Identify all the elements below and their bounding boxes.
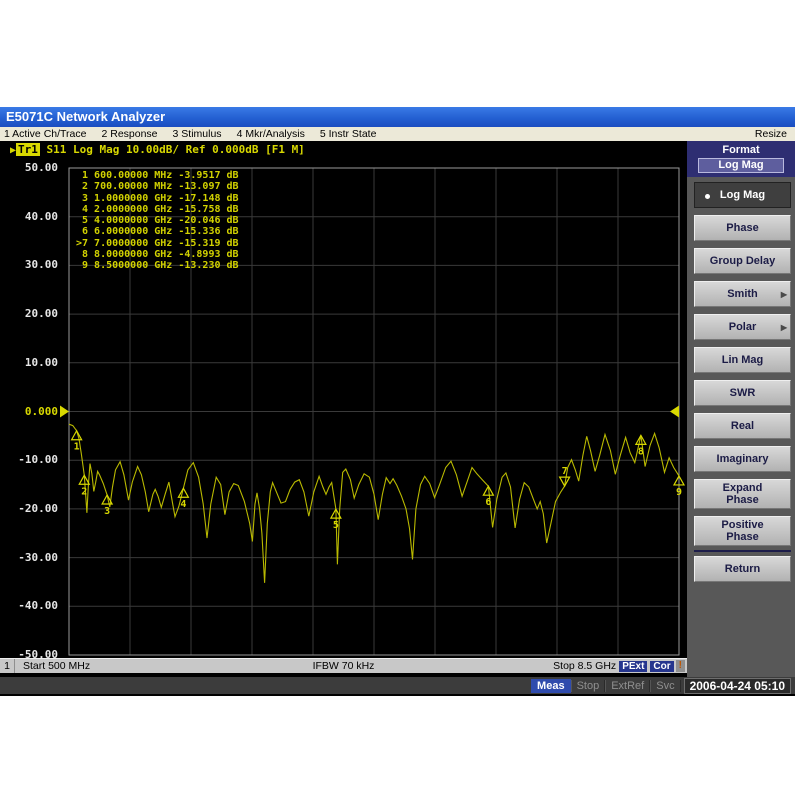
ref-level-arrow-left-icon: [60, 406, 69, 418]
softkey-button-log-mag[interactable]: Log Mag: [694, 182, 791, 208]
menu-item-5-instr-state[interactable]: 5 Instr State: [320, 128, 377, 140]
marker-1-label: 1: [74, 442, 80, 453]
warning-badge: !: [676, 660, 685, 672]
selected-dot-icon: [705, 194, 710, 199]
ref-level-label: 0.000: [0, 406, 58, 418]
marker-table-row-1: 1 600.00000 MHz -3.9517 dB: [76, 170, 239, 181]
main-content: ▶Tr1 S11 Log Mag 10.00dB/ Ref 0.000dB [F…: [0, 141, 795, 677]
softkey-button-polar[interactable]: Polar▶: [694, 314, 791, 340]
submenu-arrow-icon: ▶: [781, 323, 787, 332]
softkey-button-swr[interactable]: SWR: [694, 380, 791, 406]
softkey-sidebar: Format Log Mag Log Mag Phase Group Delay Sm…: [687, 141, 795, 677]
menu-item-1-active-ch-trace[interactable]: 1 Active Ch/Trace: [4, 128, 86, 140]
softkey-button-return[interactable]: Return: [694, 556, 791, 582]
marker-5-label: 5: [333, 520, 339, 531]
datetime-display: 2006-04-24 05:10: [684, 678, 791, 694]
y-tick-label: -10.00: [0, 454, 58, 466]
y-tick-label: 10.00: [0, 357, 58, 369]
softkey-buttons: Log Mag Phase Group Delay Smith▶ Polar▶ Lin M…: [687, 177, 795, 582]
marker-table-row-3: 3 1.0000000 GHz -17.148 dB: [76, 193, 239, 204]
softkey-button-smith[interactable]: Smith▶: [694, 281, 791, 307]
marker-6-label: 6: [485, 497, 491, 508]
softkey-button-lin-mag[interactable]: Lin Mag: [694, 347, 791, 373]
meas-indicator: Meas: [531, 679, 571, 693]
marker-table-row-5: 5 4.0000000 GHz -20.046 dB: [76, 215, 239, 226]
softkey-menu-header: Format Log Mag: [687, 141, 795, 177]
submenu-arrow-icon: ▶: [781, 290, 787, 299]
softkey-button-expand-phase[interactable]: ExpandPhase: [694, 479, 791, 509]
ifbw-label: IFBW 70 kHz: [313, 660, 375, 672]
y-tick-label: -30.00: [0, 552, 58, 564]
status-badge-pext: PExt: [619, 661, 647, 672]
analyzer-window: E5071C Network Analyzer 1 Active Ch/Trac…: [0, 107, 795, 694]
marker-table-row-6: 6 6.0000000 GHz -15.336 dB: [76, 226, 239, 237]
marker-table-row-2: 2 700.00000 MHz -13.097 dB: [76, 181, 239, 192]
marker-table-row-4: 4 2.0000000 GHz -15.758 dB: [76, 204, 239, 215]
softkey-button-phase[interactable]: Phase: [694, 215, 791, 241]
marker-7-label: 7: [562, 466, 568, 477]
indicator-stop: Stop: [571, 680, 606, 692]
marker-3-label: 3: [104, 506, 110, 517]
softkey-separator: [694, 550, 791, 552]
menu-bar: 1 Active Ch/Trace 2 Response 3 Stimulus 4 M…: [0, 127, 795, 141]
marker-table: 1 600.00000 MHz -3.9517 dB 2 700.00000 M…: [76, 170, 239, 272]
y-tick-label: 20.00: [0, 308, 58, 320]
softkey-button-imaginary[interactable]: Imaginary: [694, 446, 791, 472]
softkey-button-positive-phase[interactable]: PositivePhase: [694, 516, 791, 546]
y-tick-label: -20.00: [0, 503, 58, 515]
marker-8-label: 8: [638, 446, 644, 457]
instrument-status-bar: Meas StopExtRefSvc 2006-04-24 05:10: [0, 677, 795, 696]
stop-frequency-group: Stop 8.5 GHz PExtCor !: [553, 660, 687, 673]
y-tick-label: 40.00: [0, 211, 58, 223]
channel-number: 1: [0, 659, 15, 673]
status-badges: PExtCor: [616, 660, 673, 673]
channel-area: ▶Tr1 S11 Log Mag 10.00dB/ Ref 0.000dB [F…: [0, 141, 687, 677]
title-bar: E5071C Network Analyzer: [0, 107, 795, 127]
marker-9-label: 9: [676, 487, 682, 498]
softkey-menu-value: Log Mag: [698, 158, 784, 173]
marker-table-row-9: 9 8.5000000 GHz -13.230 dB: [76, 260, 239, 271]
stop-frequency-label: Stop 8.5 GHz: [553, 660, 616, 672]
softkey-button-group-delay[interactable]: Group Delay: [694, 248, 791, 274]
y-tick-label: 30.00: [0, 259, 58, 271]
menu-item-2-response[interactable]: 2 Response: [101, 128, 157, 140]
ref-level-arrow-right-icon: [670, 406, 679, 418]
marker-table-row-8: 8 8.0000000 GHz -4.8993 dB: [76, 249, 239, 260]
window-title: E5071C Network Analyzer: [6, 109, 165, 124]
start-frequency-label: Start 500 MHz: [23, 660, 90, 672]
marker-4-label: 4: [180, 499, 186, 510]
y-tick-label: -40.00: [0, 600, 58, 612]
y-tick-label: 50.00: [0, 162, 58, 174]
menu-items: 1 Active Ch/Trace 2 Response 3 Stimulus 4 M…: [4, 127, 391, 141]
softkey-menu-title: Format: [687, 144, 795, 156]
menu-item-3-stimulus[interactable]: 3 Stimulus: [173, 128, 222, 140]
status-badge-cor: Cor: [650, 661, 673, 672]
marker-2-label: 2: [81, 486, 87, 497]
indicator-extref: ExtRef: [605, 680, 650, 692]
menu-item-4-mkr-analysis[interactable]: 4 Mkr/Analysis: [237, 128, 305, 140]
indicator-svc: Svc: [650, 680, 680, 692]
disabled-indicators: StopExtRefSvc: [571, 679, 681, 693]
marker-table-row-7: >7 7.0000000 GHz -15.319 dB: [76, 238, 239, 249]
stimulus-status-bar: 1 Start 500 MHz IFBW 70 kHz Stop 8.5 GHz…: [0, 658, 687, 673]
desktop: { "window": { "title": "E5071C Network A…: [0, 0, 800, 800]
softkey-button-real[interactable]: Real: [694, 413, 791, 439]
resize-button[interactable]: Resize: [755, 127, 787, 141]
